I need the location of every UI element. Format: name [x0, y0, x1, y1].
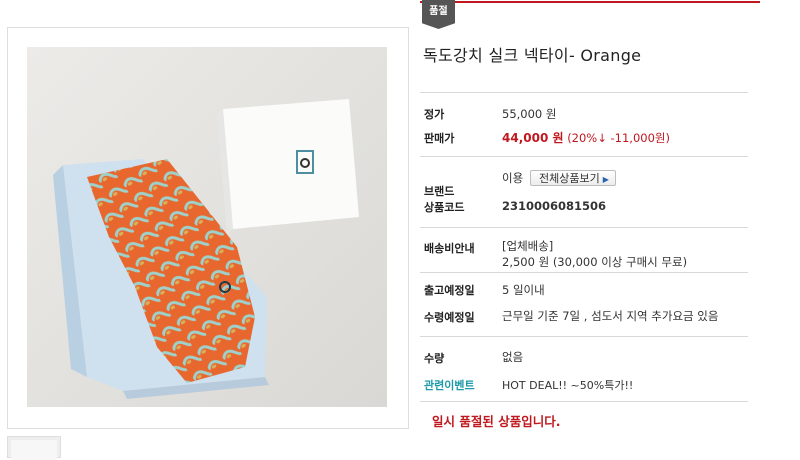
product-title: 독도강치 실크 넥타이- Orange [423, 46, 642, 65]
quantity-value: 없음 [502, 350, 524, 364]
product-photo[interactable] [27, 47, 387, 407]
soldout-message: 일시 품절된 상품입니다. [432, 414, 561, 429]
sale-price-label: 판매가 [424, 132, 455, 145]
divider [420, 92, 748, 93]
quantity-label: 수량 [424, 352, 445, 365]
shipping-fee: 2,500 원 (30,000 이상 구매시 무료) [502, 255, 688, 269]
related-event-link[interactable]: HOT DEAL!! ~50%특가!! [502, 377, 633, 393]
divider [420, 272, 748, 273]
list-price-value: 55,000 원 [502, 107, 557, 121]
ship-date-value: 5 일이내 [502, 283, 545, 297]
product-code-value: 2310006081506 [502, 199, 607, 213]
shipping-label: 배송비안내 [424, 242, 475, 255]
brand-value: 이용 [502, 171, 524, 185]
shipping-type: [업체배송] [502, 239, 554, 253]
top-accent-rule [420, 1, 760, 3]
product-code-label: 상품코드 [424, 201, 465, 214]
arrival-value: 근무일 기준 7일 , 섬도서 지역 추가요금 있음 [502, 309, 719, 323]
view-all-products-label: 전체상품보기 [539, 172, 600, 185]
divider [420, 401, 748, 402]
sale-price-value: 44,000 원 [502, 131, 564, 145]
ship-date-label: 출고예정일 [424, 284, 475, 297]
divider [420, 336, 748, 337]
related-event-label: 관련이벤트 [424, 379, 475, 392]
thumbnail[interactable] [7, 436, 61, 460]
arrival-label: 수령예정일 [424, 311, 475, 324]
divider [420, 156, 748, 157]
divider [420, 227, 748, 228]
product-image-frame [7, 27, 409, 429]
soldout-badge: 품절 [422, 0, 455, 29]
list-price-label: 정가 [424, 108, 445, 121]
arrow-right-icon: ▶ [602, 175, 609, 184]
view-all-products-button[interactable]: 전체상품보기 ▶ [530, 170, 616, 186]
brand-label: 브랜드 [424, 185, 455, 198]
tie-in-box-image [27, 47, 387, 407]
sale-price-row: 44,000 원 (20%↓ -11,000원) [502, 129, 670, 146]
discount-value: (20%↓ -11,000원) [567, 131, 670, 145]
